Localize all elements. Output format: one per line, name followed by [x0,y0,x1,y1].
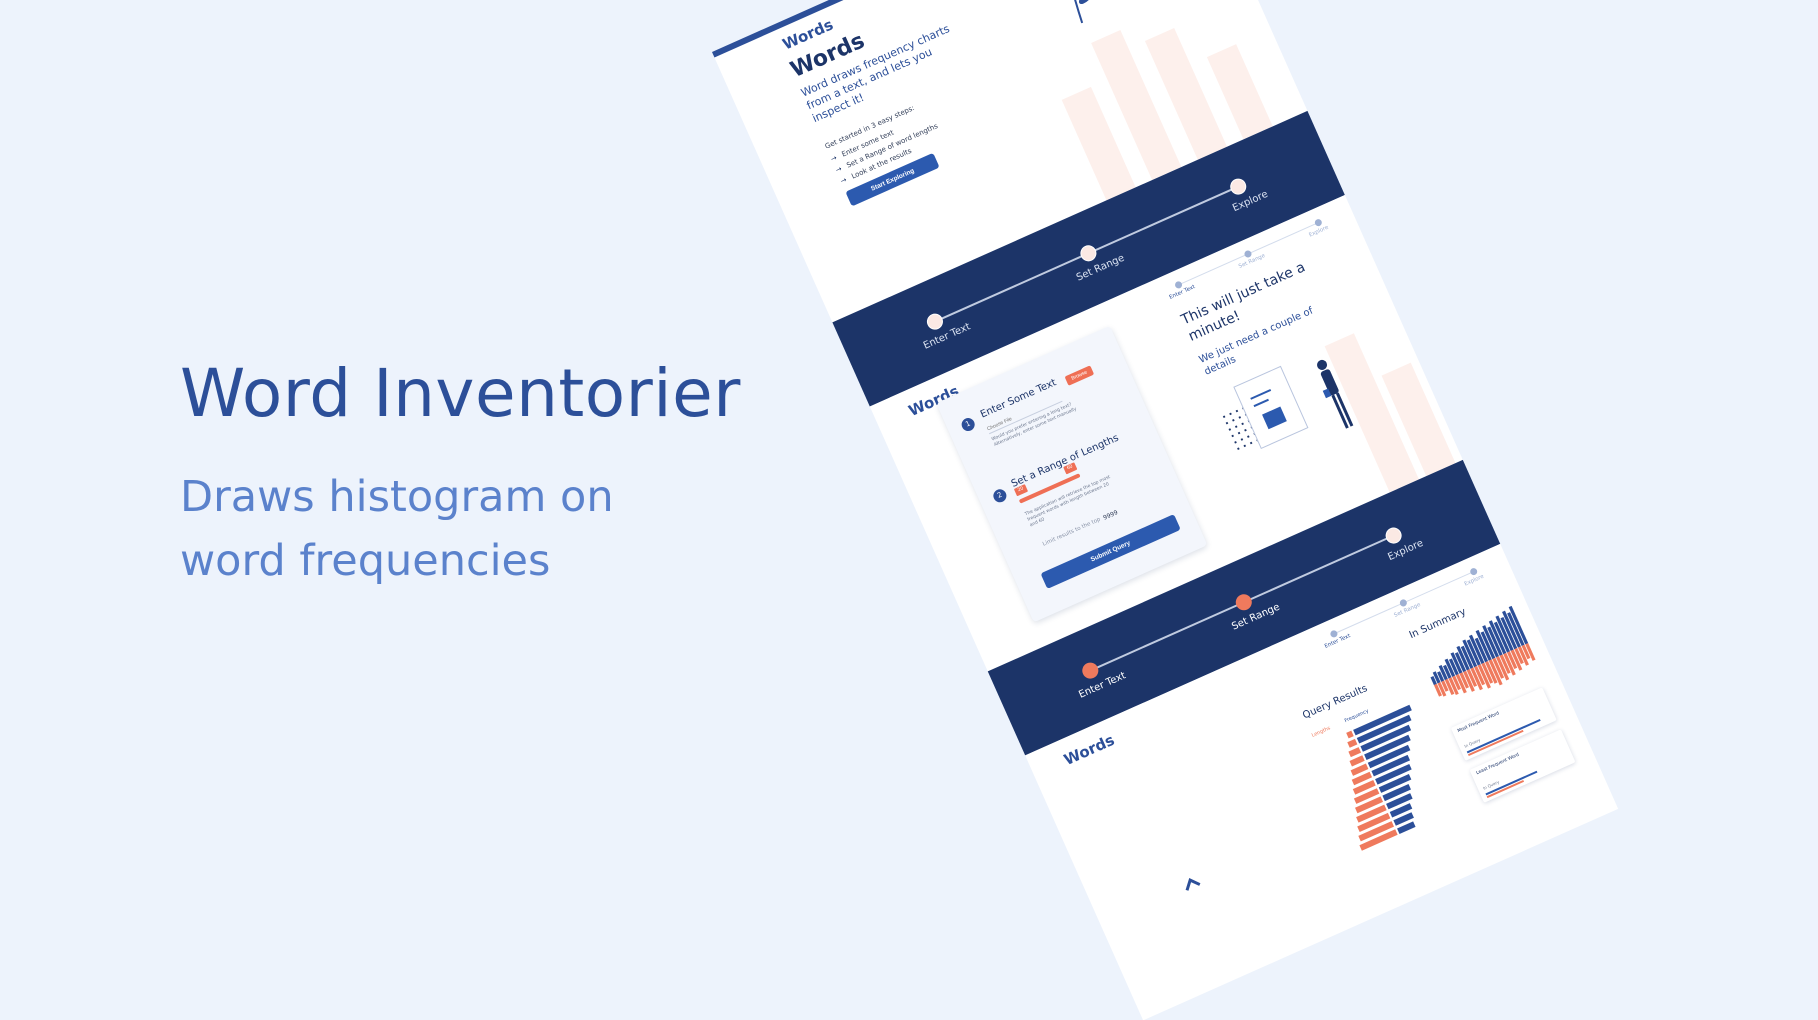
length-bar [1349,755,1365,767]
length-bar [1348,747,1362,758]
least-frequent-label: Least Frequent Word [1475,752,1521,777]
step-label[interactable]: Enter Text [904,313,991,360]
step-dot[interactable] [1077,242,1099,264]
hero-subtitle: Draws histogram on word frequencies [180,472,614,586]
step-label[interactable]: Explore [1207,178,1294,225]
hero-title: Word Inventorier [180,355,741,432]
query-form-card: 1 Enter Some Text Browse Would you prefe… [936,325,1208,623]
limit-input[interactable]: 9999 [1102,509,1119,522]
length-bar [1346,730,1354,739]
step-label[interactable]: Enter Text [1059,662,1146,709]
browse-button[interactable]: Browse [1064,365,1095,386]
step-dot[interactable] [1383,525,1405,547]
app-mockup: Words Words Word draws frequency charts … [712,0,1619,1020]
step-dot[interactable] [1233,591,1255,613]
step-label[interactable]: Explore [1362,527,1449,574]
chevron-up-icon[interactable] [1179,871,1205,897]
step-label[interactable]: Set Range [1057,245,1144,292]
step-dot[interactable] [1079,660,1101,682]
illustration-box [1262,406,1287,430]
mini-step-label: Enter Text [1168,284,1197,301]
mini-step-label: Enter Text [1323,633,1352,650]
reading-illustration [1055,0,1094,24]
limit-label: Limit results to the top [1041,516,1102,548]
mini-step-label: Explore [1463,573,1485,588]
submit-query-button[interactable]: Submit Query [1040,514,1181,590]
step-dot[interactable] [1227,176,1249,198]
length-bar [1347,738,1358,748]
step-number: 1 [959,415,977,434]
query-results-chart [1346,704,1416,851]
step-dot[interactable] [924,311,946,333]
mini-step-label: Explore [1308,224,1330,239]
illustration-line [1253,398,1269,408]
step-number: 2 [991,487,1009,505]
most-frequent-label: Most Frequent Word [1456,711,1501,735]
brand-logo[interactable]: Words [1061,731,1117,769]
step-label[interactable]: Set Range [1213,594,1300,641]
